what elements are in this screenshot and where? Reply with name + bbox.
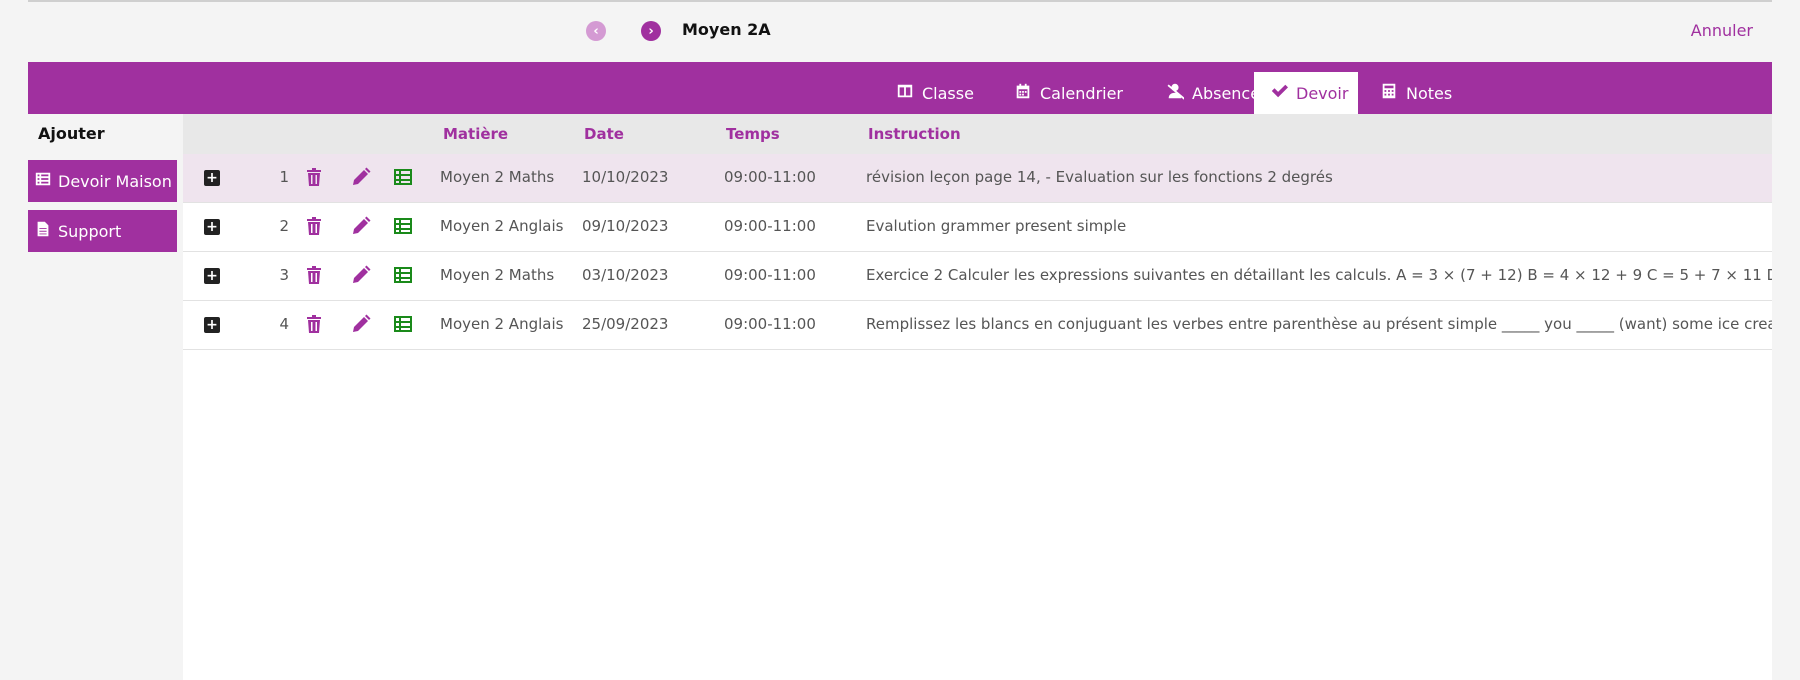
expand-icon[interactable]: +: [204, 317, 220, 333]
list-details-icon[interactable]: [393, 216, 413, 236]
row-number: 2: [279, 217, 289, 235]
cancel-link[interactable]: Annuler: [1691, 21, 1753, 40]
expand-icon[interactable]: +: [204, 219, 220, 235]
tab-bar: Classe Calendrier Absences Devoir Notes: [28, 62, 1772, 114]
button-label: Support: [58, 221, 122, 241]
list-icon: [34, 170, 52, 192]
pencil-icon[interactable]: [351, 265, 371, 285]
cell-temps: 09:00-11:00: [724, 315, 816, 333]
header-instruction[interactable]: Instruction: [868, 125, 961, 143]
header-matiere[interactable]: Matière: [443, 125, 508, 143]
add-support-button[interactable]: Support: [28, 210, 177, 252]
class-title: Moyen 2A: [682, 20, 771, 39]
cell-instruction: Remplissez les blancs en conjuguant les …: [866, 315, 1772, 333]
cell-matiere: Moyen 2 Anglais: [440, 315, 564, 333]
next-class-button[interactable]: ›: [641, 21, 661, 41]
check-double-icon: [1270, 82, 1288, 104]
file-icon: [34, 220, 52, 242]
user-slash-icon: [1166, 82, 1186, 104]
calculator-icon: [1380, 82, 1398, 104]
table-row: + 3 Moyen 2 Maths 03/10/2023 09:00-11:00…: [183, 252, 1772, 301]
pencil-icon[interactable]: [351, 167, 371, 187]
cell-matiere: Moyen 2 Maths: [440, 168, 555, 186]
row-number: 1: [279, 168, 289, 186]
calendar-icon: [1014, 82, 1032, 104]
header-temps[interactable]: Temps: [726, 125, 780, 143]
table-header: Matière Date Temps Instruction: [183, 114, 1772, 154]
cell-temps: 09:00-11:00: [724, 266, 816, 284]
top-divider: [28, 0, 1772, 2]
trash-icon[interactable]: [304, 265, 324, 285]
cell-temps: 09:00-11:00: [724, 168, 816, 186]
trash-icon[interactable]: [304, 167, 324, 187]
header-date[interactable]: Date: [584, 125, 624, 143]
sidebar: Ajouter Devoir Maison Support: [28, 114, 181, 680]
row-number: 4: [279, 315, 289, 333]
list-details-icon[interactable]: [393, 314, 413, 334]
cell-date: 10/10/2023: [582, 168, 669, 186]
trash-icon[interactable]: [304, 216, 324, 236]
pencil-icon[interactable]: [351, 216, 371, 236]
cell-instruction: Exercice 2 Calculer les expressions suiv…: [866, 266, 1772, 284]
chevron-right-icon: ›: [648, 23, 654, 39]
tab-classe[interactable]: Classe: [880, 72, 990, 114]
tab-label: Calendrier: [1040, 83, 1124, 103]
tab-label: Notes: [1406, 83, 1453, 103]
table-row: + 1 Moyen 2 Maths 10/10/2023 09:00-11:00…: [183, 154, 1772, 203]
table-row: + 4 Moyen 2 Anglais 25/09/2023 09:00-11:…: [183, 301, 1772, 350]
homework-table: Matière Date Temps Instruction + 1 Moyen…: [183, 114, 1772, 680]
sidebar-title: Ajouter: [38, 124, 105, 143]
expand-icon[interactable]: +: [204, 268, 220, 284]
cell-instruction: révision leçon page 14, - Evaluation sur…: [866, 168, 1333, 186]
cell-date: 09/10/2023: [582, 217, 669, 235]
list-details-icon[interactable]: [393, 265, 413, 285]
cell-date: 25/09/2023: [582, 315, 669, 333]
cell-matiere: Moyen 2 Maths: [440, 266, 555, 284]
previous-class-button[interactable]: ‹: [586, 21, 606, 41]
pencil-icon[interactable]: [351, 314, 371, 334]
columns-icon: [896, 82, 914, 104]
cell-instruction: Evalution grammer present simple: [866, 217, 1127, 235]
tab-label: Classe: [922, 83, 974, 103]
tab-label: Devoir: [1296, 83, 1349, 103]
row-number: 3: [279, 266, 289, 284]
table-row: + 2 Moyen 2 Anglais 09/10/2023 09:00-11:…: [183, 203, 1772, 252]
cell-temps: 09:00-11:00: [724, 217, 816, 235]
expand-icon[interactable]: +: [204, 170, 220, 186]
tab-devoir[interactable]: Devoir: [1254, 72, 1358, 114]
add-devoir-maison-button[interactable]: Devoir Maison: [28, 160, 177, 202]
chevron-left-icon: ‹: [593, 23, 599, 39]
tab-calendrier[interactable]: Calendrier: [998, 72, 1139, 114]
cell-date: 03/10/2023: [582, 266, 669, 284]
list-details-icon[interactable]: [393, 167, 413, 187]
cell-matiere: Moyen 2 Anglais: [440, 217, 564, 235]
trash-icon[interactable]: [304, 314, 324, 334]
button-label: Devoir Maison: [58, 171, 172, 191]
tab-notes[interactable]: Notes: [1364, 72, 1468, 114]
